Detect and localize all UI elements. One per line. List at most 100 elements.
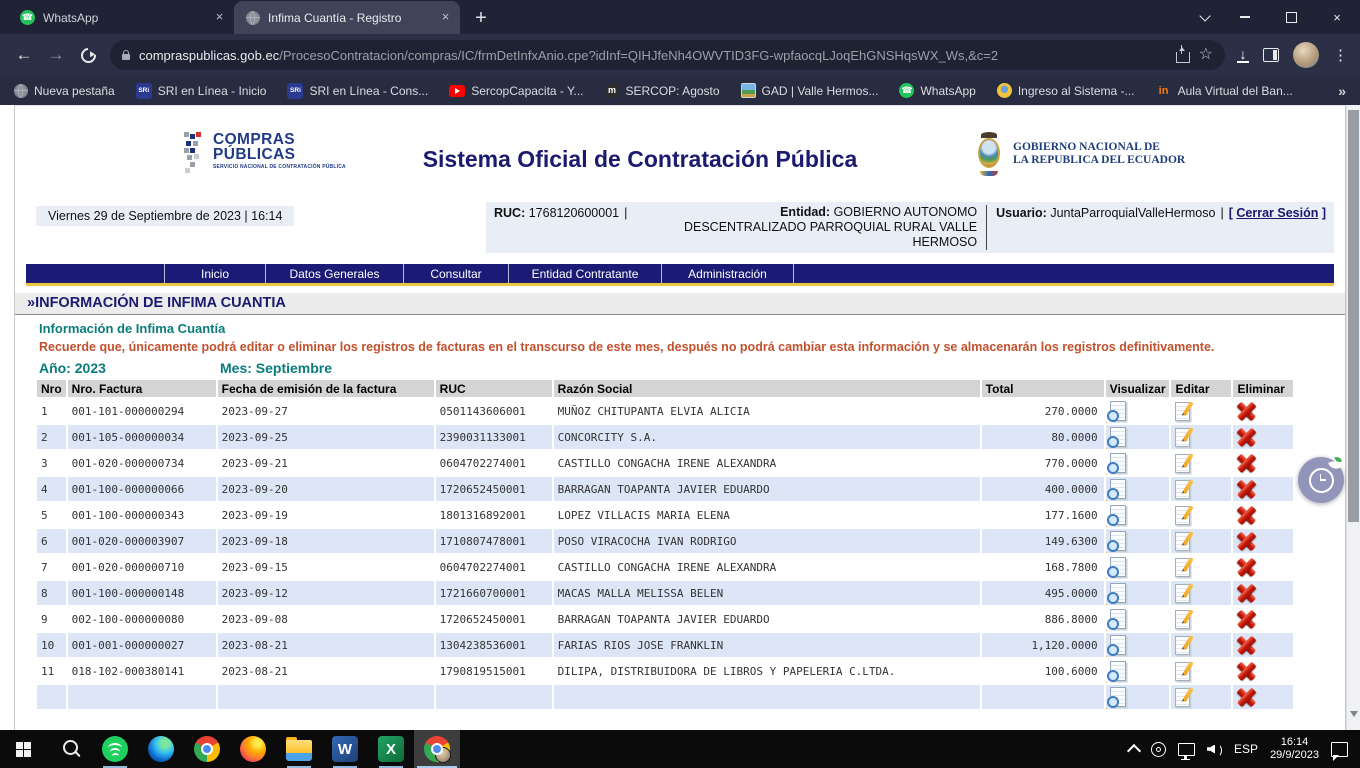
back-button[interactable]: ← bbox=[8, 39, 40, 71]
start-button[interactable] bbox=[0, 730, 46, 768]
editar-button[interactable] bbox=[1171, 399, 1231, 423]
bookmark-whatsapp[interactable]: WhatsApp bbox=[899, 83, 975, 98]
maximize-button[interactable] bbox=[1268, 0, 1314, 34]
bookmark-star-icon[interactable]: ☆ bbox=[1199, 48, 1213, 62]
tab-infima-cuantia[interactable]: Infima Cuantía - Registro × bbox=[234, 1, 460, 34]
eliminar-button[interactable] bbox=[1233, 503, 1293, 527]
language-indicator[interactable]: ESP bbox=[1234, 742, 1258, 756]
taskbar-app-firefox[interactable] bbox=[230, 730, 276, 768]
share-icon[interactable] bbox=[1176, 52, 1190, 63]
action-center-icon[interactable] bbox=[1331, 742, 1348, 757]
eliminar-button[interactable] bbox=[1233, 581, 1293, 605]
browser-menu-icon[interactable]: ⋮ bbox=[1333, 46, 1348, 64]
eliminar-button[interactable] bbox=[1233, 529, 1293, 553]
editar-button[interactable] bbox=[1171, 529, 1231, 553]
network-icon[interactable] bbox=[1178, 743, 1195, 756]
reload-button[interactable] bbox=[72, 39, 104, 71]
editar-button[interactable] bbox=[1171, 581, 1231, 605]
cell-razon-social: MACAS MALLA MELISSA BELEN bbox=[554, 581, 980, 605]
taskbar-search-button[interactable] bbox=[46, 730, 92, 768]
visualizar-button[interactable] bbox=[1106, 633, 1170, 657]
lock-icon[interactable] bbox=[122, 54, 130, 60]
extension-timer-widget[interactable] bbox=[1298, 457, 1344, 503]
editar-button[interactable] bbox=[1171, 503, 1231, 527]
visualizar-button[interactable] bbox=[1106, 581, 1170, 605]
editar-icon bbox=[1175, 558, 1190, 577]
editar-button[interactable] bbox=[1171, 633, 1231, 657]
taskbar-app-excel[interactable] bbox=[368, 730, 414, 768]
editar-button[interactable] bbox=[1171, 607, 1231, 631]
bookmark-sri-en-linea-inicio[interactable]: SRI en Línea - Inicio bbox=[136, 83, 267, 99]
bookmark-nueva-pestana[interactable]: Nueva pestaña bbox=[14, 84, 115, 98]
visualizar-button[interactable] bbox=[1106, 399, 1170, 423]
eliminar-button[interactable] bbox=[1233, 451, 1293, 475]
close-button[interactable]: × bbox=[1314, 0, 1360, 34]
taskbar-app-file-explorer[interactable] bbox=[276, 730, 322, 768]
tab-search-chevron-icon[interactable] bbox=[1188, 0, 1222, 34]
bookmark-ingreso-al-sistema[interactable]: Ingreso al Sistema -... bbox=[997, 83, 1135, 98]
meet-now-icon[interactable] bbox=[1151, 742, 1166, 757]
forward-button[interactable]: → bbox=[40, 39, 72, 71]
bookmark-sri-en-linea-cons[interactable]: SRI en Línea - Cons... bbox=[287, 83, 428, 99]
bookmarks-overflow-chevron[interactable]: » bbox=[1338, 83, 1346, 99]
scrollbar-thumb[interactable] bbox=[1348, 110, 1359, 522]
visualizar-button[interactable] bbox=[1106, 477, 1170, 501]
taskbar-app-edge[interactable] bbox=[138, 730, 184, 768]
eliminar-button[interactable] bbox=[1233, 685, 1293, 709]
tab-whatsapp[interactable]: WhatsApp × bbox=[8, 1, 234, 34]
taskbar-app-word[interactable] bbox=[322, 730, 368, 768]
editar-button[interactable] bbox=[1171, 685, 1231, 709]
visualizar-button[interactable] bbox=[1106, 425, 1170, 449]
logout-link[interactable]: [ Cerrar Sesión ] bbox=[1229, 206, 1326, 220]
menu-item-consultar[interactable]: Consultar bbox=[404, 264, 509, 283]
visualizar-button[interactable] bbox=[1106, 685, 1170, 709]
taskbar-clock[interactable]: 16:1429/9/2023 bbox=[1270, 736, 1319, 762]
eliminar-button[interactable] bbox=[1233, 607, 1293, 631]
visualizar-button[interactable] bbox=[1106, 529, 1170, 553]
editar-button[interactable] bbox=[1171, 451, 1231, 475]
downloads-icon[interactable]: ↓ bbox=[1237, 48, 1249, 63]
taskbar-app-chrome[interactable] bbox=[184, 730, 230, 768]
eliminar-button[interactable] bbox=[1233, 659, 1293, 683]
bookmark-sercopcapacita-y[interactable]: SercopCapacita - Y... bbox=[449, 84, 583, 98]
bookmark-gad-valle-hermos[interactable]: GAD | Valle Hermos... bbox=[741, 83, 879, 98]
eliminar-button[interactable] bbox=[1233, 477, 1293, 501]
eliminar-button[interactable] bbox=[1233, 633, 1293, 657]
visualizar-button[interactable] bbox=[1106, 503, 1170, 527]
volume-icon[interactable] bbox=[1207, 743, 1222, 756]
eliminar-button[interactable] bbox=[1233, 555, 1293, 579]
tab-close-icon[interactable]: × bbox=[437, 9, 454, 26]
taskbar-app-chrome-profile[interactable] bbox=[414, 730, 460, 768]
visualizar-button[interactable] bbox=[1106, 555, 1170, 579]
menu-item-datos-generales[interactable]: Datos Generales bbox=[266, 264, 404, 283]
minimize-button[interactable] bbox=[1222, 0, 1268, 34]
new-tab-button[interactable]: + bbox=[466, 4, 496, 32]
editar-button[interactable] bbox=[1171, 477, 1231, 501]
menu-item-entidad-contratante[interactable]: Entidad Contratante bbox=[509, 264, 662, 283]
eliminar-button[interactable] bbox=[1233, 399, 1293, 423]
menu-item-inicio[interactable]: Inicio bbox=[165, 264, 266, 283]
windows-taskbar: ESP 16:1429/9/2023 bbox=[0, 730, 1360, 768]
bookmark-sercop-agosto[interactable]: SERCOP: Agosto bbox=[605, 83, 720, 98]
address-bar[interactable]: compraspublicas.gob.ec/ProcesoContrataci… bbox=[110, 40, 1225, 70]
editar-button[interactable] bbox=[1171, 425, 1231, 449]
profile-avatar[interactable] bbox=[1293, 42, 1319, 68]
tab-close-icon[interactable]: × bbox=[211, 9, 228, 26]
taskbar-app-spotify[interactable] bbox=[92, 730, 138, 768]
usuario-value: Usuario: JuntaParroquialValleHermoso|[ C… bbox=[996, 205, 1326, 220]
side-panel-icon[interactable] bbox=[1263, 48, 1279, 62]
visualizar-button[interactable] bbox=[1106, 451, 1170, 475]
url-text[interactable]: compraspublicas.gob.ec/ProcesoContrataci… bbox=[139, 48, 1167, 63]
visualizar-button[interactable] bbox=[1106, 607, 1170, 631]
bookmark-aula-virtual-del-ban[interactable]: Aula Virtual del Ban... bbox=[1156, 83, 1293, 99]
page-scrollbar[interactable] bbox=[1346, 105, 1360, 730]
visualizar-button[interactable] bbox=[1106, 659, 1170, 683]
scroll-down-arrow-icon[interactable] bbox=[1350, 711, 1358, 721]
editar-button[interactable] bbox=[1171, 659, 1231, 683]
menu-item-administracion[interactable]: Administración bbox=[662, 264, 794, 283]
eliminar-button[interactable] bbox=[1233, 425, 1293, 449]
editar-button[interactable] bbox=[1171, 555, 1231, 579]
session-info-bar: Viernes 29 de Septiembre de 2023 | 16:14… bbox=[26, 202, 1334, 260]
government-logo: GOBIERNO NACIONAL DELA REPUBLICA DEL ECU… bbox=[974, 132, 1185, 176]
tray-expand-chevron-icon[interactable] bbox=[1127, 744, 1141, 758]
